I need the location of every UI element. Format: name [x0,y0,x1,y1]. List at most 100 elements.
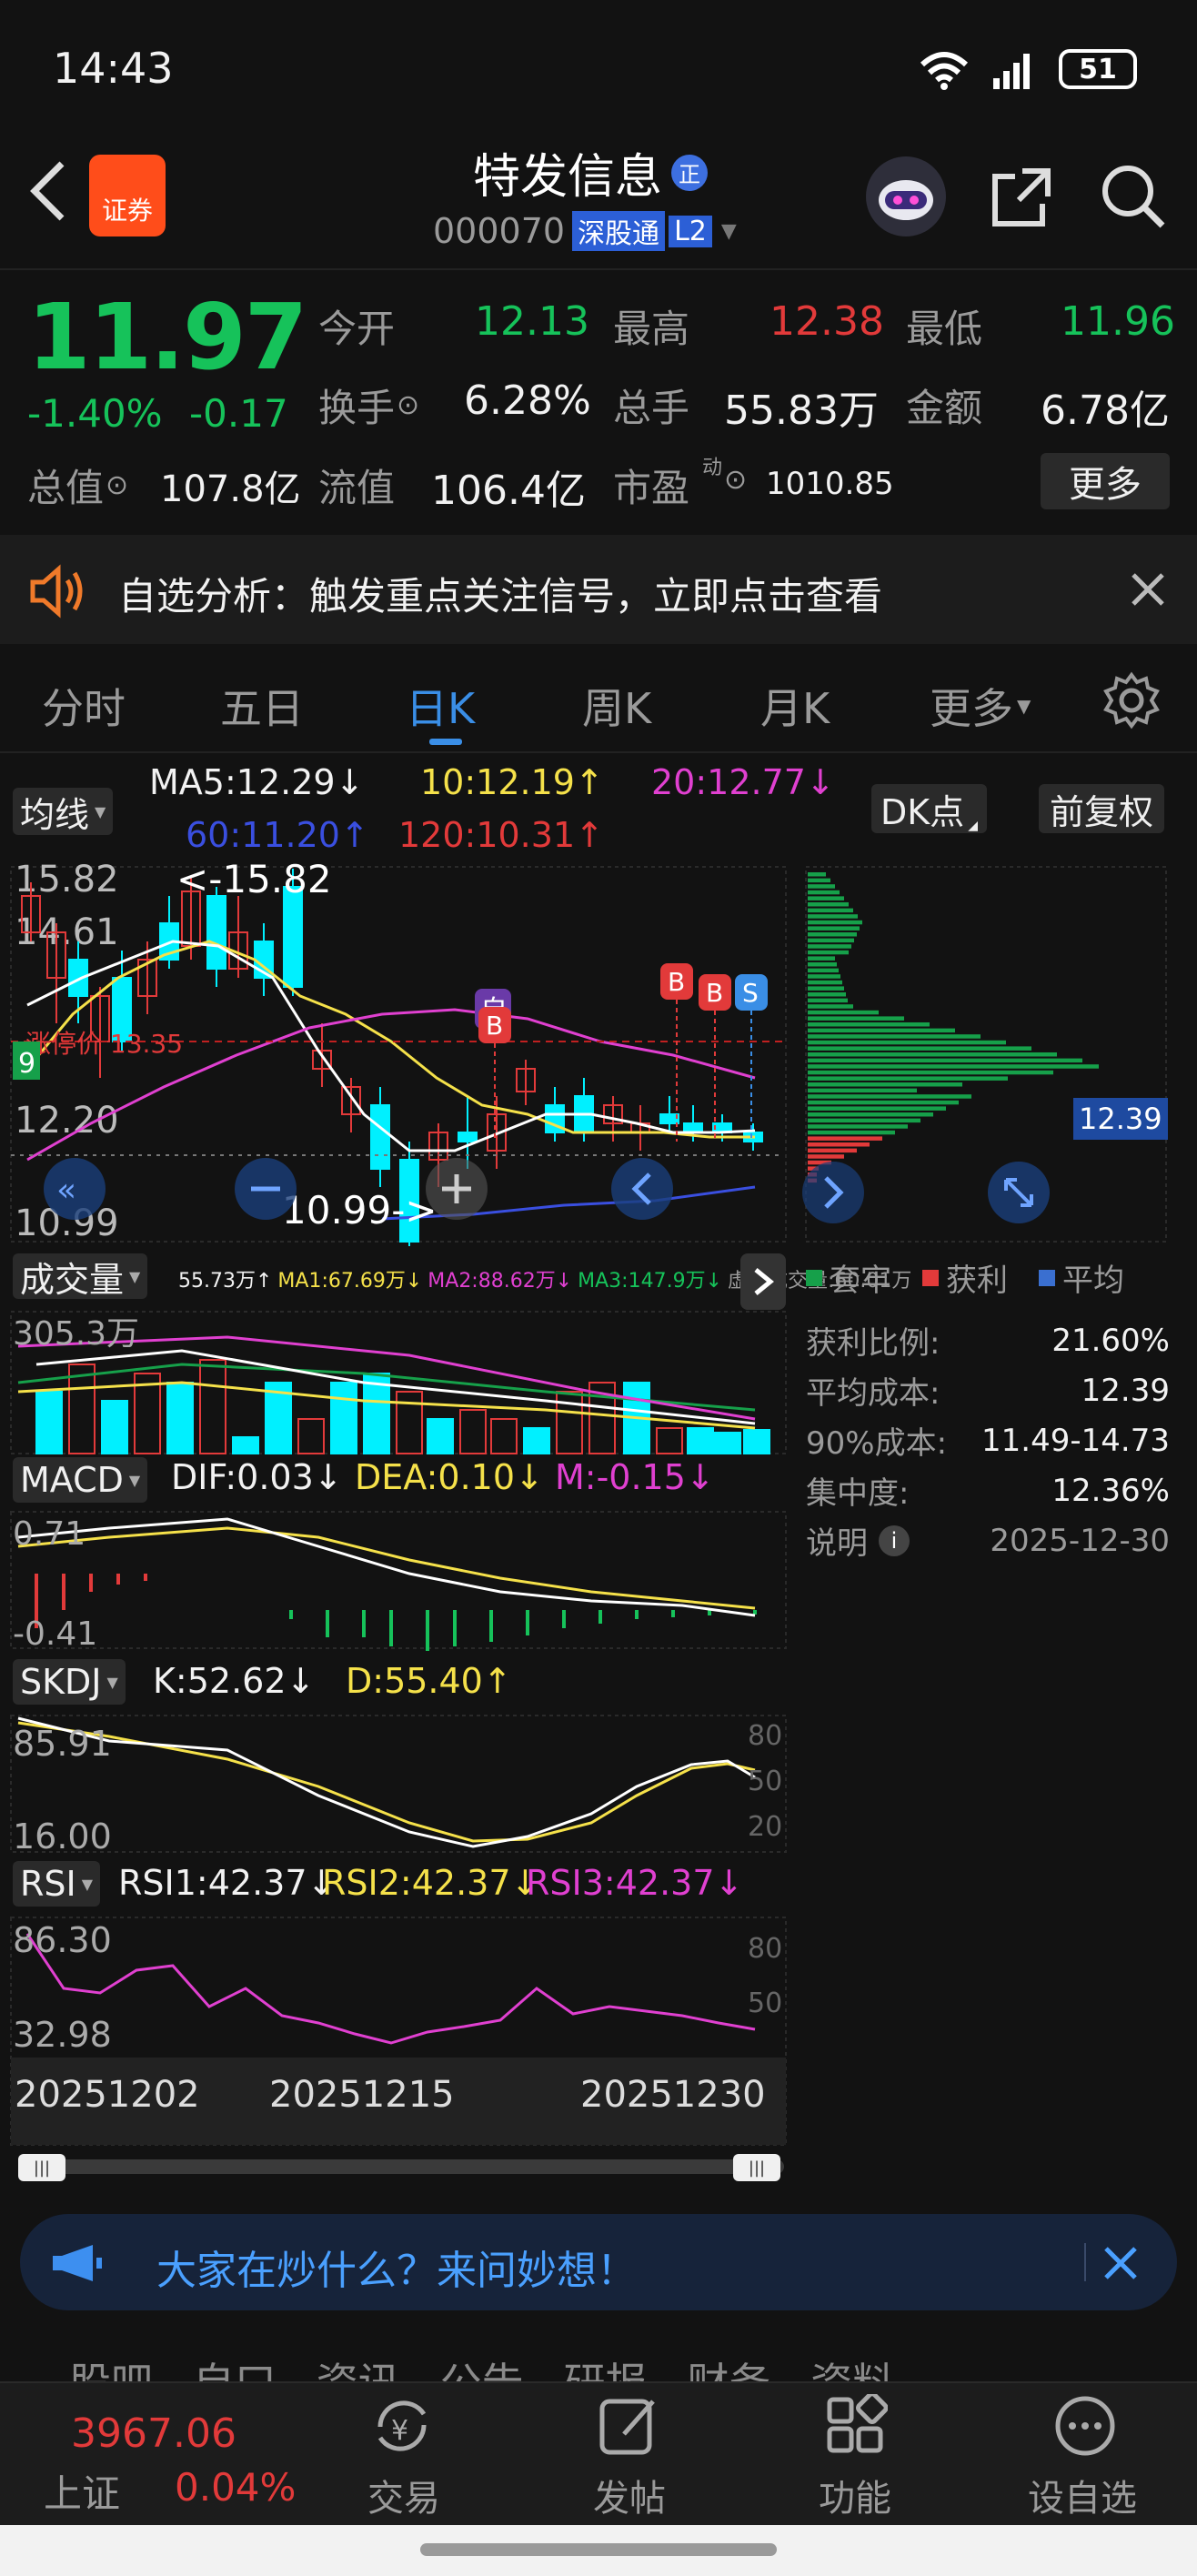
info-icon[interactable]: ⊙ [397,389,419,421]
chip-bar [808,1118,920,1123]
volume-bar [35,1391,63,1454]
rsi-select[interactable]: RSI ▼ [13,1861,101,1907]
volume-label: 总手 [613,386,690,430]
legend-trapped: 套牢 [830,1263,891,1299]
volume-bar [687,1427,714,1454]
rsi-y-top: 86.30 [13,1920,112,1960]
skdj-select[interactable]: SKDJ ▼ [13,1659,126,1705]
chip-bar [808,986,844,991]
kline-chart[interactable]: 15.82 14.61 12.20 10.99 <-15.82 10.99-> … [0,860,800,1246]
more-dots-icon[interactable] [1053,2394,1117,2461]
ma10-value: 10:12.19↑ [420,762,604,802]
macd-dif: DIF:0.03↓ [171,1457,343,1497]
pe-superscript: 动 [702,457,723,479]
index-value[interactable]: 3967.06 [71,2410,236,2457]
chip-bar [808,920,862,925]
close-icon[interactable] [1102,2245,1139,2285]
date-label-2: 20251215 [269,2074,455,2116]
range-handle-left[interactable]: ||| [18,2154,65,2181]
volume-expand-button[interactable] [740,1253,786,1310]
trade-signal-label: B [486,1011,503,1041]
connect-tag: 深股通 [572,211,666,251]
info-circle-icon[interactable]: i [879,1524,910,1556]
macd-select[interactable]: MACD ▼ [13,1457,148,1503]
settings-gear-icon[interactable] [1102,671,1161,733]
volume-bar [427,1418,454,1454]
info-icon[interactable]: ⊙ [724,464,747,496]
float-label: 流值 [318,466,396,510]
caret-down-icon: ▼ [106,1673,118,1691]
back-icon[interactable] [27,159,67,226]
volume-bar [199,1359,226,1454]
volume-chart[interactable]: 305.3万 [0,1310,800,1455]
tab-weekly-k[interactable]: 周K [582,676,651,736]
skdj-d: D:55.40↑ [346,1661,512,1701]
chip-note-date: 2025-12-30 [990,1522,1170,1559]
function-grid-icon[interactable] [824,2391,889,2461]
content-tabs-partial[interactable]: 股吧 自口 资讯 公告 研报 财务 资料 [69,2356,894,2381]
step-left-icon[interactable] [611,1158,673,1220]
chip-stat-label: 平均成本: [806,1375,940,1412]
app-logo-label: 证券 [101,196,153,226]
tab-intraday[interactable]: 分时 [42,676,126,736]
chip-bar [808,1034,981,1039]
volume-select[interactable]: 成交量 ▼ [13,1253,148,1300]
chip-bar [808,878,830,883]
caret-down-icon: ▼ [1017,695,1031,717]
speaker-icon [27,564,87,622]
adjust-button[interactable]: 前复权 [1039,784,1165,833]
macd-chart[interactable]: 0.71 -0.41 [0,1510,800,1651]
chip-stat-label: 获利比例: [806,1325,940,1362]
skdj-chart[interactable]: 85.91 16.00 80 50 20 [0,1714,800,1855]
macd-y-bottom: -0.41 [13,1615,97,1651]
chip-nav-right-icon[interactable] [802,1162,864,1223]
range-handle-right[interactable]: ||| [733,2154,780,2181]
caret-down-icon: ▼ [81,1875,94,1893]
skdj-k: K:52.62↓ [153,1661,316,1701]
robot-avatar-icon[interactable] [866,156,946,236]
more-button[interactable]: 更多 [1041,453,1170,509]
share-icon[interactable] [988,162,1057,235]
search-icon[interactable] [1097,160,1170,236]
volume-value: 55.83万 [724,387,879,434]
tab-daily-k[interactable]: 日K [406,676,475,736]
nav-watch-label[interactable]: 设自选 [1028,2469,1137,2521]
caret-down-icon: ▼ [129,1267,141,1285]
dk-point-button[interactable]: DK点 ◢ [871,784,987,833]
rsi-chart[interactable]: 86.30 32.98 80 50 20251202 20251215 2025… [0,1916,800,2148]
notice-text[interactable]: 自选分析：触发重点关注信号，立即点击查看 [118,566,882,621]
info-icon[interactable]: ⊙ [106,469,128,501]
change-pct: -1.40% [27,391,163,436]
chip-stat-value: 21.60% [1051,1322,1170,1359]
index-change[interactable]: 0.04% [175,2465,296,2510]
rsi3-value: RSI3:42.37↓ [526,1863,744,1903]
tab-five-day[interactable]: 五日 [220,676,304,736]
range-scrollbar[interactable] [18,2159,784,2174]
high-label: 最高 [613,307,690,351]
app-logo[interactable]: 证券 [89,155,166,236]
close-icon[interactable] [1130,571,1166,611]
post-icon[interactable] [597,2394,660,2461]
tab-monthly-k[interactable]: 月K [760,676,830,736]
rsi-ref-80: 80 [748,1933,782,1965]
macd-m: M:-0.15↓ [555,1457,715,1497]
trade-icon[interactable]: ¥ [367,2394,437,2461]
nav-post-label[interactable]: 发帖 [593,2469,666,2521]
volume-select-label: 成交量 [20,1259,125,1300]
dropdown-icon[interactable]: ▼ [721,220,737,243]
legend-trapped-swatch [806,1269,822,1286]
dk-point-label: DK点 [880,791,965,832]
index-name[interactable]: 上证 [44,2463,120,2519]
corner-triangle-icon: ◢ [968,819,978,833]
svg-text:¥: ¥ [391,2415,408,2447]
chip-bar [808,1016,904,1021]
volume-bar [297,1418,325,1454]
chip-distribution-chart[interactable]: 12.39 [800,860,1197,1246]
nav-function-label[interactable]: 功能 [819,2469,891,2521]
turnover-label: 换手 [318,386,396,430]
tab-more[interactable]: 更多 ▼ [930,676,1031,736]
ask-text[interactable]: 大家在炒什么？来问妙想！ [156,2238,637,2296]
home-indicator[interactable] [420,2543,777,2556]
nav-trade-label[interactable]: 交易 [367,2469,440,2521]
ma-select[interactable]: 均线 ▼ [13,788,114,835]
